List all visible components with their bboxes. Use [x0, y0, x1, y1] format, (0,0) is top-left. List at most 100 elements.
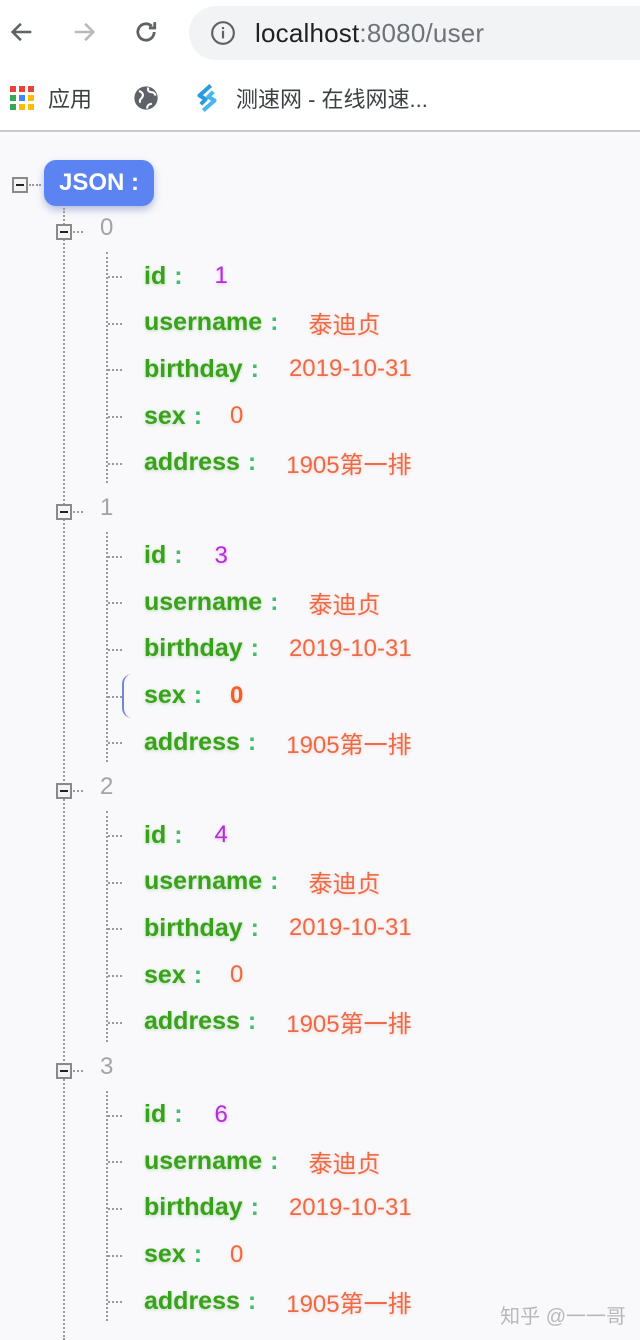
item-index[interactable]: 0 [100, 214, 113, 242]
field-colon: : [174, 261, 183, 290]
forward-button[interactable] [66, 14, 102, 50]
field-value[interactable]: 0 [230, 402, 243, 430]
root-label[interactable]: JSON : [44, 160, 155, 206]
field-value[interactable]: 2019-10-31 [289, 355, 412, 383]
field-row-sex[interactable]: sex:0 [144, 678, 243, 714]
field-colon: : [270, 1146, 279, 1175]
tree-connector [73, 790, 83, 792]
collapse-item-toggle[interactable] [56, 1062, 72, 1079]
field-row-username[interactable]: username: 泰迪贞 [144, 864, 380, 900]
field-value[interactable]: 泰迪贞 [308, 1144, 380, 1179]
field-value[interactable]: 1905第一排 [286, 1284, 411, 1319]
tree-connector [108, 695, 122, 698]
watermark: 知乎 @一一哥 [500, 1306, 626, 1328]
field-key: username [144, 867, 263, 896]
arrow-right-icon [74, 22, 96, 42]
tree-connector [108, 1161, 122, 1164]
field-value[interactable]: 泰迪贞 [308, 864, 380, 899]
field-value[interactable]: 0 [230, 961, 243, 989]
globe-icon [134, 86, 158, 110]
info-circle-icon[interactable] [209, 19, 237, 47]
url-host: localhost [255, 17, 360, 48]
field-value[interactable]: 泰迪贞 [308, 305, 380, 340]
field-row-birthday[interactable]: birthday: 2019-10-31 [144, 351, 412, 387]
field-colon: : [193, 681, 203, 710]
field-value[interactable]: 泰迪贞 [308, 585, 380, 620]
field-row-address[interactable]: address:1905第一排 [144, 724, 412, 760]
field-colon: : [250, 634, 259, 663]
field-value[interactable]: 0 [230, 1241, 243, 1269]
field-value[interactable]: 2019-10-31 [289, 914, 412, 942]
field-row-username[interactable]: username: 泰迪贞 [144, 1143, 380, 1179]
field-value[interactable]: 1 [215, 262, 228, 290]
tree-connector [108, 602, 122, 605]
field-row-sex[interactable]: sex:0 [144, 957, 243, 993]
field-colon: : [247, 1007, 257, 1036]
item-tree-line [106, 531, 108, 763]
field-colon: : [247, 727, 257, 756]
field-value[interactable]: 4 [215, 821, 228, 849]
speedtest-s-icon [197, 84, 217, 112]
collapse-item-toggle[interactable] [56, 224, 72, 240]
field-key: address [144, 1007, 240, 1036]
tree-connector [29, 184, 41, 186]
url-text[interactable]: localhost:8080/user [255, 18, 484, 49]
bookmark-label: 测速网 - 在线网速... [236, 87, 428, 112]
field-key: address [144, 448, 240, 477]
field-row-sex[interactable]: sex:0 [144, 398, 243, 434]
field-row-id[interactable]: id: 1 [144, 258, 228, 294]
back-button[interactable] [4, 14, 40, 50]
item-index[interactable]: 3 [100, 1053, 113, 1081]
item-index[interactable]: 2 [100, 773, 113, 801]
field-colon: : [250, 1193, 259, 1222]
field-key: username [144, 1146, 263, 1175]
field-value[interactable]: 2019-10-31 [289, 1194, 412, 1222]
field-value[interactable]: 1905第一排 [286, 1004, 411, 1039]
field-row-id[interactable]: id: 3 [144, 538, 228, 574]
field-colon: : [250, 354, 259, 383]
field-row-birthday[interactable]: birthday: 2019-10-31 [144, 910, 412, 946]
field-row-id[interactable]: id: 6 [144, 1097, 228, 1133]
item-tree-line [106, 252, 108, 483]
field-row-birthday[interactable]: birthday: 2019-10-31 [144, 1190, 412, 1226]
field-value[interactable]: 1905第一排 [286, 445, 411, 480]
tree-connector [108, 648, 122, 651]
tree-connector [73, 510, 83, 513]
collapse-item-toggle[interactable] [56, 783, 72, 799]
field-value[interactable]: 2019-10-31 [289, 635, 412, 663]
field-colon: : [174, 541, 183, 569]
reload-button[interactable] [128, 14, 164, 50]
bookmark-speedtest[interactable]: 测速网 - 在线网速... [192, 80, 428, 116]
field-colon: : [270, 867, 279, 896]
bookmark-apps[interactable]: 应用 [10, 80, 92, 116]
field-row-address[interactable]: address:1905第一排 [144, 1283, 412, 1319]
field-colon: : [247, 448, 257, 477]
field-row-address[interactable]: address:1905第一排 [144, 445, 412, 481]
tree-connector [73, 1069, 83, 1072]
field-row-username[interactable]: username: 泰迪贞 [144, 584, 380, 620]
collapse-item-toggle[interactable] [56, 503, 72, 520]
field-row-birthday[interactable]: birthday: 2019-10-31 [144, 631, 412, 667]
field-value[interactable]: 0 [230, 682, 243, 710]
field-value[interactable]: 6 [215, 1101, 228, 1129]
item-index[interactable]: 1 [100, 494, 113, 522]
tree-connector [108, 1114, 122, 1117]
field-key: id [144, 1100, 167, 1128]
collapse-root-toggle[interactable] [12, 177, 28, 193]
tree-connector [108, 928, 122, 931]
root-tree-line [63, 208, 65, 1340]
tree-connector [108, 322, 122, 325]
browser-toolbar: localhost:8080/user [0, 0, 640, 68]
field-key: birthday [144, 354, 243, 383]
field-value[interactable]: 1905第一排 [286, 725, 411, 760]
tree-connector [108, 555, 122, 558]
field-row-address[interactable]: address:1905第一排 [144, 1004, 412, 1040]
field-key: sex [144, 960, 186, 989]
field-value[interactable]: 3 [215, 542, 228, 570]
field-row-sex[interactable]: sex:0 [144, 1237, 243, 1273]
item-tree-line [106, 1090, 108, 1322]
field-row-id[interactable]: id: 4 [144, 817, 228, 853]
bookmark-globe[interactable] [132, 80, 160, 116]
address-bar[interactable]: localhost:8080/user [189, 6, 640, 60]
field-row-username[interactable]: username: 泰迪贞 [144, 305, 380, 341]
